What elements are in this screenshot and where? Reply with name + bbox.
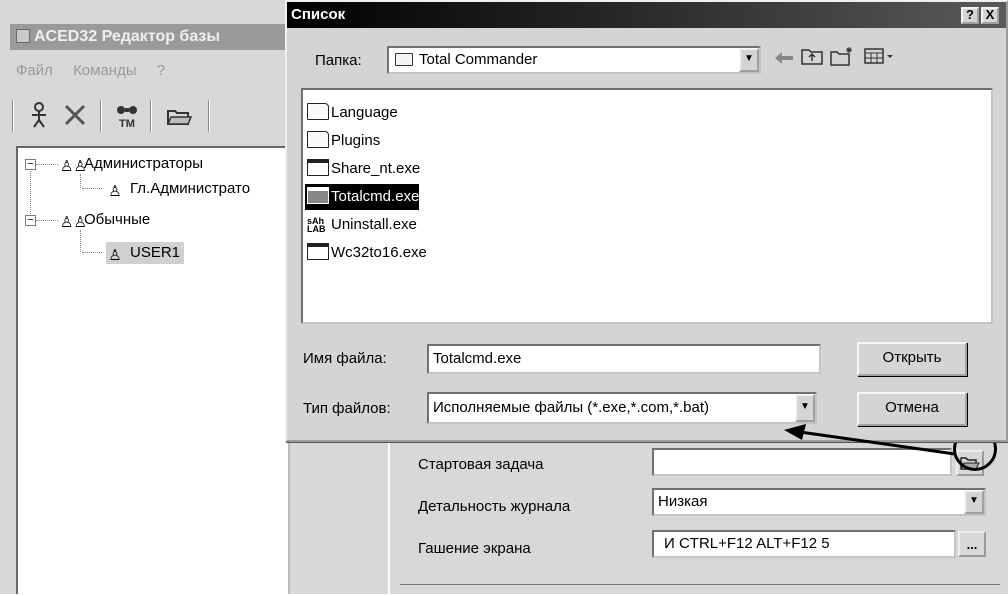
bottom-group-boxes: [400, 584, 1000, 596]
screen-blank-field[interactable]: И CTRL+F12 ALT+F12 5: [652, 530, 956, 558]
app-icon: [16, 29, 30, 43]
file-name: Totalcmd.exe: [331, 188, 420, 205]
collapse-toggle[interactable]: −: [25, 159, 36, 170]
delete-button[interactable]: [58, 98, 92, 132]
file-name: Language: [331, 104, 398, 121]
open-folder-icon: [166, 110, 193, 125]
list-item-selected[interactable]: Totalcmd.exe: [305, 184, 420, 210]
filetype-value: Исполняемые файлы (*.exe,*.com,*.bat): [433, 399, 709, 416]
menu-file[interactable]: Файл: [16, 62, 53, 79]
tree-line: [80, 174, 81, 188]
user-icon: ♙: [108, 183, 122, 200]
tree-line: [30, 164, 31, 220]
main-toolbar: TM: [12, 94, 290, 138]
view-menu-icon[interactable]: [861, 46, 901, 72]
folder-value: Total Commander: [419, 51, 538, 68]
exe-icon: [307, 187, 329, 204]
tree-item-label: Обычные: [84, 211, 151, 228]
tree-line: [80, 230, 81, 252]
users-group-icon: ♙♙: [60, 214, 87, 231]
tree-item-regular[interactable]: ♙♙Обычные: [60, 209, 150, 231]
add-user-button[interactable]: [22, 98, 56, 132]
file-name: Wc32to16.exe: [331, 244, 427, 261]
chevron-down-icon[interactable]: ▼: [964, 490, 984, 514]
up-folder-icon[interactable]: [799, 46, 825, 72]
menu-commands[interactable]: Команды: [73, 62, 137, 79]
open-button[interactable]: Открыть: [857, 342, 967, 376]
list-item[interactable]: Share_nt.exe: [305, 156, 420, 182]
main-titlebar: ACED32 Редактор базы: [10, 24, 290, 50]
exe-icon: [307, 243, 329, 260]
users-group-icon: ♙♙: [60, 158, 87, 175]
dialog-titlebar: Список ? X: [287, 2, 1006, 28]
menu-help[interactable]: ?: [157, 62, 165, 79]
user-icon: ♙: [108, 247, 122, 264]
tree-line: [36, 164, 58, 165]
chevron-down-icon[interactable]: ▼: [739, 48, 759, 72]
main-menubar: Файл Команды ?: [16, 62, 286, 84]
tree-item-chief-admin[interactable]: ♙ Гл.Администрато: [106, 178, 250, 200]
file-name: Plugins: [331, 132, 381, 149]
start-task-input[interactable]: [652, 448, 952, 476]
start-task-label: Стартовая задача: [418, 456, 544, 473]
folder-label: Папка:: [315, 52, 362, 69]
new-folder-icon[interactable]: [829, 46, 855, 72]
tree-line: [82, 188, 102, 189]
delete-icon: [64, 104, 86, 126]
file-open-dialog: Список ? X Папка: Total Commander ▼ Lang…: [285, 0, 1008, 442]
uninstall-icon: sAh LAB: [307, 217, 329, 234]
folder-icon: [395, 53, 413, 66]
tree-item-user1[interactable]: ♙ USER1: [106, 242, 185, 264]
exe-icon: [307, 159, 329, 176]
dialog-title: Список: [291, 6, 346, 23]
filetype-select[interactable]: Исполняемые файлы (*.exe,*.com,*.bat) ▼: [427, 392, 817, 424]
filetype-label: Тип файлов:: [303, 400, 391, 417]
toolbar-separator: [100, 100, 102, 132]
folder-select[interactable]: Total Commander ▼: [387, 46, 761, 74]
tree-item-label: Гл.Администрато: [130, 180, 251, 197]
properties-panel: Стартовая задача Детальность журнала Низ…: [388, 430, 1008, 594]
log-detail-value: Низкая: [658, 493, 708, 510]
list-item[interactable]: sAh LAB Uninstall.exe: [305, 212, 417, 238]
chevron-down-icon[interactable]: ▼: [795, 394, 815, 422]
filename-input[interactable]: Totalcmd.exe: [427, 344, 821, 374]
binoculars-icon: TM: [117, 106, 137, 129]
list-item[interactable]: Language: [305, 100, 398, 126]
toolbar-separator: [208, 100, 210, 132]
file-name: Share_nt.exe: [331, 160, 421, 177]
tree-line: [36, 220, 58, 221]
list-item[interactable]: Plugins: [305, 128, 380, 154]
toolbar-separator: [150, 100, 152, 132]
svg-text:TM: TM: [119, 118, 135, 129]
list-item[interactable]: Wc32to16.exe: [305, 240, 427, 266]
users-tree[interactable]: − ♙♙Администраторы ♙ Гл.Администрато − ♙♙…: [16, 146, 290, 594]
help-button[interactable]: ?: [961, 7, 979, 24]
tree-item-administrators[interactable]: ♙♙Администраторы: [60, 153, 203, 175]
close-button[interactable]: X: [981, 7, 999, 24]
tree-item-label: Администраторы: [84, 155, 204, 172]
folder-icon: [307, 103, 329, 120]
ellipsis-button[interactable]: ...: [958, 531, 986, 557]
tree-item-label: USER1: [130, 244, 181, 261]
log-detail-label: Детальность журнала: [418, 498, 571, 515]
screen-blank-label: Гашение экрана: [418, 540, 531, 557]
add-user-icon: [32, 102, 46, 128]
folder-icon: [307, 131, 329, 148]
filename-label: Имя файла:: [303, 350, 387, 367]
back-arrow-icon[interactable]: [771, 46, 797, 72]
file-name: Uninstall.exe: [331, 216, 417, 233]
main-title: ACED32 Редактор базы: [34, 28, 221, 45]
toolbar-separator: [12, 100, 14, 132]
collapse-toggle[interactable]: −: [25, 215, 36, 226]
open-button[interactable]: [162, 98, 196, 132]
file-list[interactable]: Language Plugins Share_nt.exe Totalcmd.e…: [301, 88, 993, 324]
log-detail-select[interactable]: Низкая ▼: [652, 488, 986, 516]
find-button[interactable]: TM: [110, 98, 144, 132]
cancel-button[interactable]: Отмена: [857, 392, 967, 426]
tree-line: [82, 252, 102, 253]
